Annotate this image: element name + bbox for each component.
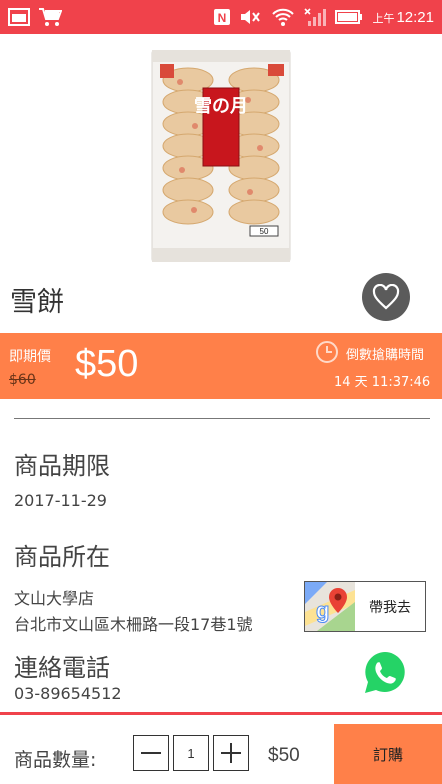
favorite-button[interactable]: [362, 273, 410, 321]
divider: [14, 418, 430, 419]
price-label: 即期價: [9, 349, 51, 365]
countdown-value: 14 天 11:37:46: [334, 375, 431, 390]
order-button[interactable]: 訂購: [334, 724, 442, 784]
package-count: 50: [260, 227, 269, 236]
wifi-icon: [271, 7, 295, 27]
signal-icon: [304, 7, 327, 27]
footer-divider: [0, 712, 442, 715]
product-name: 雪餅: [10, 287, 64, 318]
store-address: 台北市文山區木柵路一段17巷1號: [14, 615, 253, 634]
status-bar: N 上午 12:21: [0, 0, 442, 34]
clock: 上午 12:21: [372, 8, 434, 26]
contact-heading: 連絡電話: [14, 654, 110, 682]
product-image: 雪の月 50: [151, 50, 291, 262]
expiry-date: 2017-11-29: [14, 491, 107, 510]
countdown-label: 倒數搶購時間: [346, 348, 425, 363]
cart-icon: [38, 7, 62, 27]
battery-icon: [335, 10, 363, 24]
quantity-label: 商品數量:: [14, 749, 97, 771]
svg-text:N: N: [218, 11, 227, 25]
navigate-label: 帶我去: [369, 599, 411, 616]
package-text-1: 雪の月: [194, 96, 248, 117]
contact-phone: 03-89654512: [14, 684, 122, 703]
quantity-increment-button[interactable]: [213, 735, 249, 771]
clock-icon: [316, 341, 338, 363]
current-price: $50: [75, 343, 139, 385]
quantity-input[interactable]: [173, 735, 209, 771]
location-heading: 商品所在: [14, 543, 110, 571]
expiry-heading: 商品期限: [14, 452, 110, 480]
order-total: $50: [268, 745, 300, 766]
plus-icon: [221, 743, 241, 763]
heart-icon: [372, 284, 400, 310]
quantity-decrement-button[interactable]: [133, 735, 169, 771]
mute-icon: [240, 9, 262, 25]
store-name: 文山大學店: [14, 589, 95, 608]
price-bar: 即期價 $60 $50 倒數搶購時間 14 天 11:37:46: [0, 333, 442, 399]
original-price: $60: [9, 372, 36, 388]
navigate-button[interactable]: g 帶我去: [304, 581, 426, 632]
svg-text:g: g: [316, 598, 329, 623]
minus-icon: [141, 752, 161, 754]
image-icon: [8, 8, 30, 26]
google-maps-icon: g: [305, 582, 355, 631]
nfc-icon: N: [213, 8, 231, 26]
whatsapp-icon[interactable]: [362, 650, 408, 696]
